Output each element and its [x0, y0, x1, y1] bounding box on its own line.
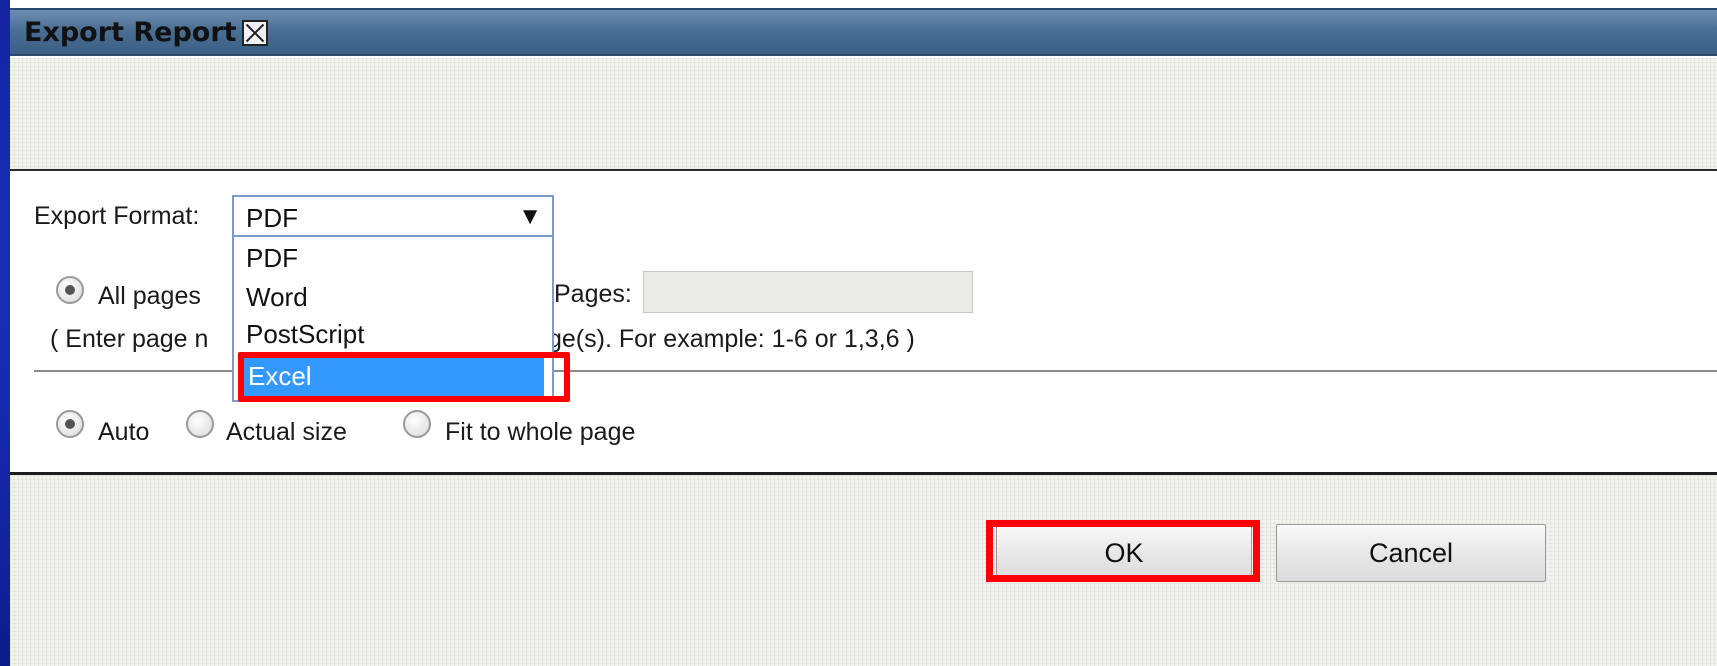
- export-report-dialog: Export Report Export Format: PDF ▼ All p…: [10, 0, 1717, 666]
- export-format-select[interactable]: PDF ▼: [232, 195, 554, 237]
- option-excel[interactable]: Excel: [244, 357, 544, 397]
- dialog-titlebar: Export Report: [10, 8, 1717, 56]
- dropdown-arrow-icon[interactable]: ▼: [518, 203, 542, 231]
- toolbar-band: [10, 58, 1717, 171]
- page-range-hint-end: ge(s). For example: 1-6 or 1,3,6 ): [548, 325, 915, 353]
- all-pages-radio[interactable]: [56, 276, 84, 304]
- dialog-title: Export Report: [24, 17, 237, 48]
- ok-button[interactable]: OK: [996, 524, 1252, 582]
- pages-label: Pages:: [554, 280, 632, 308]
- actual-size-radio[interactable]: [186, 410, 214, 438]
- option-word[interactable]: Word: [246, 282, 308, 313]
- page-range-hint-start: ( Enter page n: [50, 325, 209, 353]
- auto-radio[interactable]: [56, 410, 84, 438]
- fit-to-whole-page-label: Fit to whole page: [445, 418, 636, 446]
- close-box-icon[interactable]: [242, 20, 268, 46]
- auto-label: Auto: [98, 418, 150, 446]
- export-format-label: Export Format:: [34, 202, 200, 230]
- option-postscript[interactable]: PostScript: [246, 319, 365, 350]
- actual-size-label: Actual size: [226, 418, 347, 446]
- cancel-button[interactable]: Cancel: [1276, 524, 1546, 582]
- all-pages-label: All pages: [98, 282, 201, 310]
- pages-input[interactable]: [643, 271, 973, 313]
- export-format-listbox: PDF Word PostScript Excel: [232, 237, 554, 402]
- fit-to-whole-page-radio[interactable]: [403, 410, 431, 438]
- option-pdf[interactable]: PDF: [246, 243, 298, 274]
- export-format-value: PDF: [246, 203, 298, 233]
